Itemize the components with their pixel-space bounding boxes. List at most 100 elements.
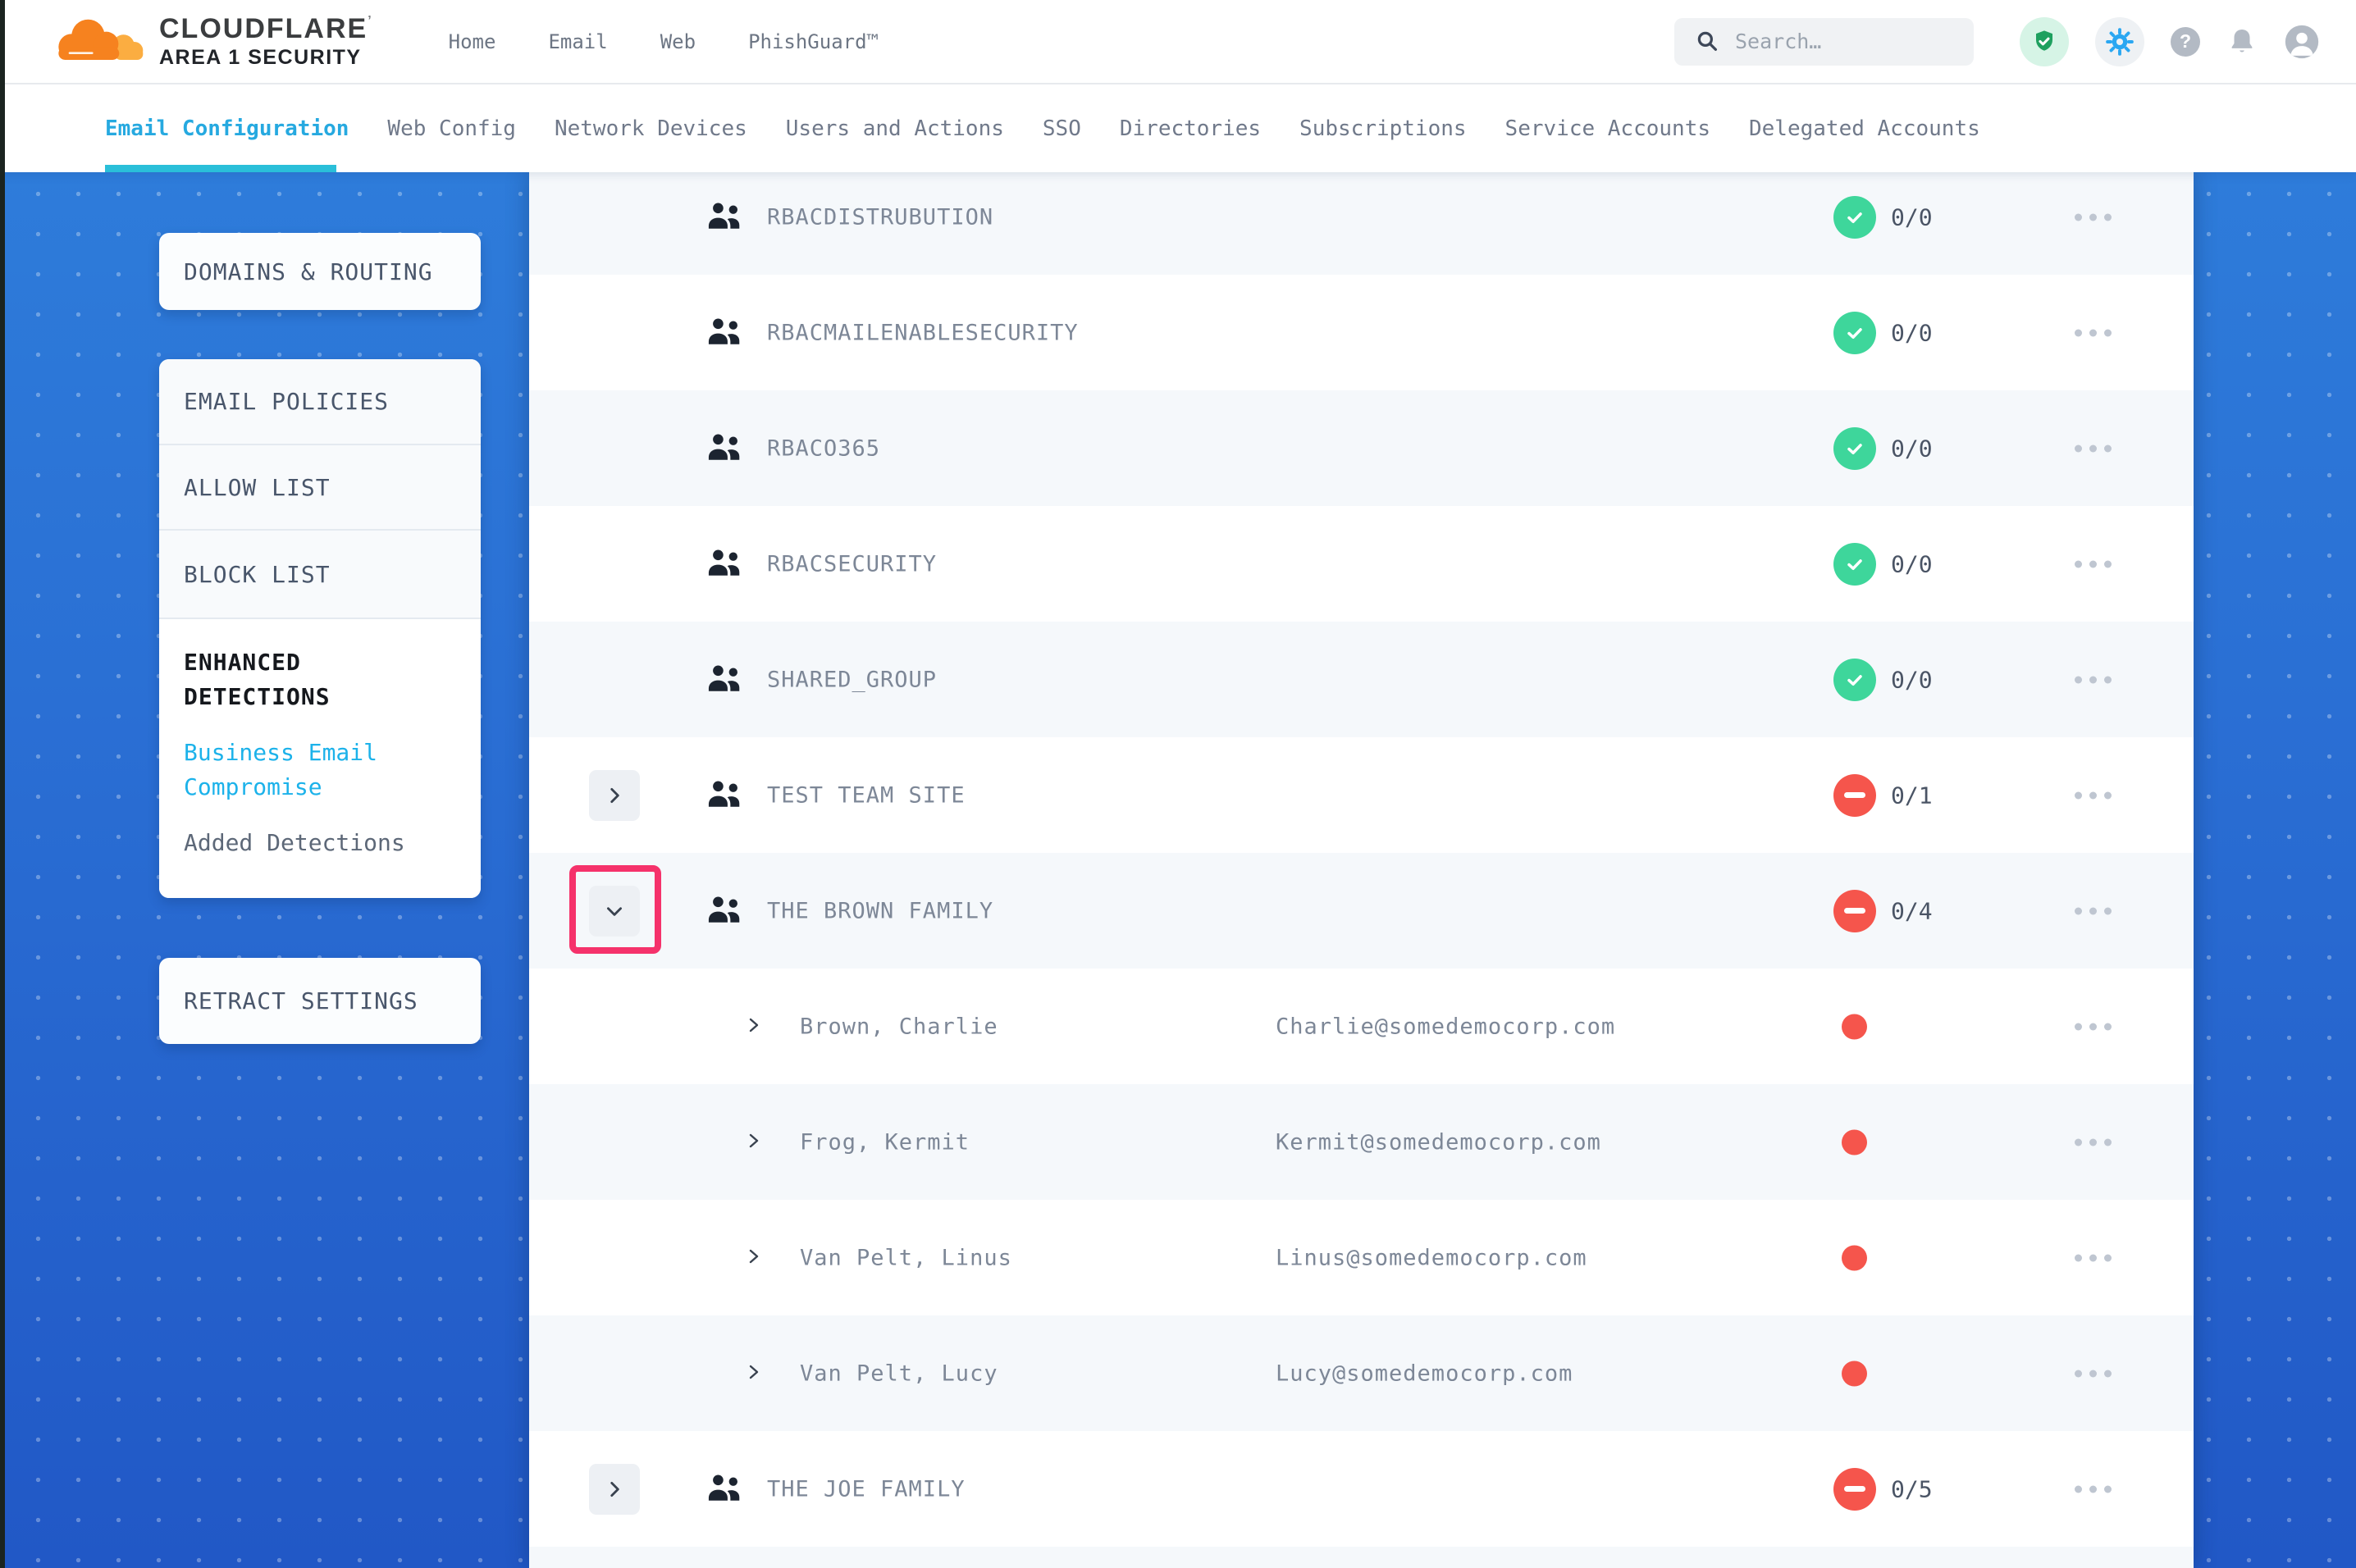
sidebar-card-domains-routing[interactable]: DOMAINS & ROUTING — [159, 233, 481, 310]
member-count: 0/5 — [1891, 1475, 1933, 1502]
minus-glyph — [1844, 792, 1865, 798]
page: CLOUDFLARE’ AREA 1 SECURITY Home Email Web… — [0, 0, 2356, 1568]
nav-item-phishguard-[interactable]: PhishGuard™ — [748, 30, 879, 53]
tab-network-devices[interactable]: Network Devices — [555, 116, 747, 141]
help-glyph: ? — [2180, 30, 2191, 52]
settings-gear-icon[interactable] — [2095, 17, 2144, 66]
tab-delegated-accounts[interactable]: Delegated Accounts — [1749, 116, 1980, 141]
status-badge-allowed — [1833, 196, 1876, 239]
logo-text: CLOUDFLARE’ AREA 1 SECURITY — [159, 15, 373, 68]
row-actions-menu[interactable] — [2075, 329, 2112, 336]
group-name: THE BROWN FAMILY — [767, 898, 993, 923]
chevron-right-icon[interactable] — [744, 1362, 764, 1385]
member-count: 0/1 — [1891, 782, 1933, 809]
search-box[interactable]: Search… — [1674, 18, 1974, 66]
tab-subscriptions[interactable]: Subscriptions — [1299, 116, 1467, 141]
expand-group-button[interactable] — [589, 770, 640, 821]
member-count: 0/4 — [1891, 897, 1933, 924]
table-row: THE JOE FAMILY0/5 — [529, 1431, 2194, 1547]
group-people-icon — [707, 895, 745, 928]
status-dot-blocked — [1842, 1245, 1867, 1270]
brand-trademark: ’ — [368, 14, 372, 28]
member-email: Lucy@somedemocorp.com — [1276, 1361, 1573, 1386]
row-actions-menu[interactable] — [2075, 444, 2112, 452]
security-shield-icon[interactable] — [2020, 17, 2069, 66]
chevron-right-icon[interactable] — [744, 1131, 764, 1154]
member-name: Brown, Charlie — [800, 1014, 998, 1039]
status-badge-blocked — [1833, 774, 1876, 817]
minus-glyph — [1844, 908, 1865, 914]
user-avatar-icon[interactable] — [2284, 24, 2320, 60]
sidebar-item-added-detections[interactable]: Added Detections — [184, 826, 446, 860]
header-right: Search… — [1674, 17, 2320, 66]
tab-directories[interactable]: Directories — [1120, 116, 1261, 141]
group-people-icon — [707, 779, 745, 812]
group-people-icon — [707, 317, 745, 349]
group-people-icon — [707, 663, 745, 696]
group-people-icon — [707, 548, 745, 581]
status-dot-blocked — [1842, 1361, 1867, 1386]
table-rows: RBACDISTRUBUTION0/0RBACMAILENABLESECURIT… — [529, 172, 2194, 1547]
expand-group-button[interactable] — [589, 1464, 640, 1515]
table-row: SHARED_GROUP0/0 — [529, 622, 2194, 737]
member-email: Linus@somedemocorp.com — [1276, 1245, 1587, 1270]
row-actions-menu[interactable] — [2075, 1485, 2112, 1493]
brand-name: CLOUDFLARE — [159, 13, 368, 44]
group-name: RBACSECURITY — [767, 551, 937, 577]
shield-check-glyph — [2031, 29, 2057, 55]
group-name: SHARED_GROUP — [767, 667, 937, 692]
table-row: Van Pelt, LucyLucy@somedemocorp.com — [529, 1315, 2194, 1431]
group-people-icon — [707, 432, 745, 465]
sidebar-card-email-policies: EMAIL POLICIES ALLOW LIST BLOCK LIST ENH… — [159, 359, 481, 898]
tab-users-and-actions[interactable]: Users and Actions — [786, 116, 1004, 141]
row-actions-menu[interactable] — [2075, 791, 2112, 799]
nav-item-home[interactable]: Home — [449, 30, 496, 53]
chevron-right-icon — [604, 1479, 625, 1500]
notifications-bell-icon[interactable] — [2226, 26, 2258, 57]
row-actions-menu[interactable] — [2075, 1254, 2112, 1261]
left-edge-artifact — [0, 0, 5, 1568]
tab-web-config[interactable]: Web Config — [387, 116, 516, 141]
sidebar-heading-enhanced-detections: ENHANCED DETECTIONS — [184, 645, 430, 714]
status-badge-allowed — [1833, 659, 1876, 701]
chevron-right-icon[interactable] — [744, 1015, 764, 1038]
chevron-right-icon — [604, 785, 625, 806]
search-placeholder: Search… — [1735, 30, 1821, 53]
sidebar-section-enhanced-detections: ENHANCED DETECTIONS Business Email Compr… — [159, 619, 481, 898]
row-actions-menu[interactable] — [2075, 1138, 2112, 1146]
sidebar-item-business-email-compromise[interactable]: Business Email Compromise — [184, 736, 446, 805]
sidebar-item-block-list[interactable]: BLOCK LIST — [159, 531, 481, 619]
row-actions-menu[interactable] — [2075, 213, 2112, 221]
nav-item-web[interactable]: Web — [660, 30, 696, 53]
row-actions-menu[interactable] — [2075, 1370, 2112, 1377]
nav-item-email[interactable]: Email — [548, 30, 607, 53]
chevron-right-icon[interactable] — [744, 1247, 764, 1269]
sidebar-item-label: EMAIL POLICIES — [184, 388, 389, 415]
group-people-icon — [707, 1473, 745, 1506]
member-count: 0/0 — [1891, 203, 1933, 230]
row-actions-menu[interactable] — [2075, 1023, 2112, 1030]
table-row: THE BROWN FAMILY 0/4 — [529, 853, 2194, 969]
help-icon[interactable]: ? — [2171, 27, 2200, 57]
minus-glyph — [1844, 1486, 1865, 1492]
member-name: Frog, Kermit — [800, 1129, 970, 1155]
tab-email-configuration[interactable]: Email Configuration — [105, 116, 349, 141]
sidebar-card-retract-settings[interactable]: RETRACT SETTINGS — [159, 958, 481, 1044]
sidebar-item-label: DOMAINS & ROUTING — [184, 258, 433, 285]
table-row: Van Pelt, LinusLinus@somedemocorp.com — [529, 1200, 2194, 1315]
status-dot-blocked — [1842, 1129, 1867, 1155]
status-badge-allowed — [1833, 543, 1876, 586]
row-actions-menu[interactable] — [2075, 907, 2112, 914]
tab-service-accounts[interactable]: Service Accounts — [1505, 116, 1710, 141]
status-badge-allowed — [1833, 312, 1876, 354]
group-people-icon — [707, 201, 745, 234]
header-icons: ? — [2020, 17, 2320, 66]
sidebar-item-allow-list[interactable]: ALLOW LIST — [159, 445, 481, 531]
row-actions-menu[interactable] — [2075, 676, 2112, 683]
tab-sso[interactable]: SSO — [1043, 116, 1081, 141]
row-actions-menu[interactable] — [2075, 560, 2112, 567]
sidebar-item-email-policies[interactable]: EMAIL POLICIES — [159, 359, 481, 445]
collapse-group-button[interactable] — [589, 886, 640, 937]
cloudflare-logo[interactable]: CLOUDFLARE’ AREA 1 SECURITY — [43, 11, 373, 72]
sidebar-item-label: BLOCK LIST — [184, 561, 331, 588]
